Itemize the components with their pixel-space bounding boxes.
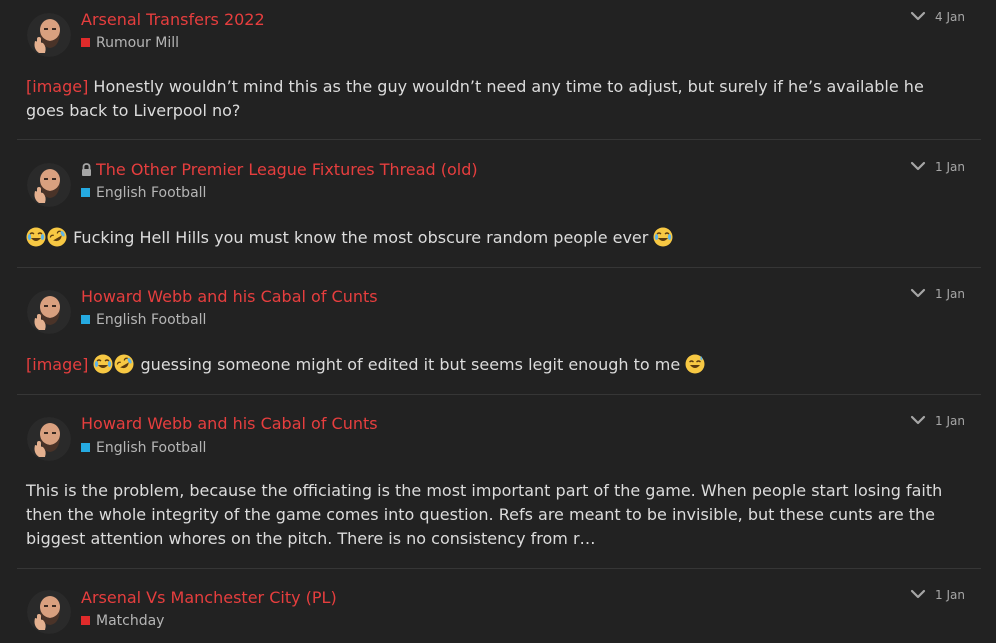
image-placeholder-link[interactable]: [image] [26, 355, 88, 374]
post-date[interactable]: 4 Jan [935, 10, 965, 24]
topic-title-link[interactable]: Howard Webb and his Cabal of Cunts [81, 414, 378, 433]
category-color-swatch [81, 188, 90, 197]
category-badge[interactable]: Matchday [81, 613, 164, 629]
user-avatar[interactable] [27, 163, 71, 207]
category-badge[interactable]: English Football [81, 185, 206, 201]
rofl-emoji-icon [47, 227, 67, 247]
chevron-down-icon[interactable] [910, 288, 926, 300]
joy-emoji-icon [93, 354, 113, 374]
category-color-swatch [81, 616, 90, 625]
user-activity-feed: Arsenal Transfers 2022 Rumour Mill 4 Jan… [0, 0, 996, 643]
activity-item: Arsenal Vs Manchester City (PL) Matchday… [17, 569, 981, 643]
user-avatar[interactable] [27, 290, 71, 334]
category-name: Rumour Mill [96, 35, 180, 51]
post-date[interactable]: 1 Jan [935, 287, 965, 301]
rofl-emoji-icon [114, 354, 134, 374]
category-color-swatch [81, 443, 90, 452]
post-date[interactable]: 1 Jan [935, 414, 965, 428]
activity-item: Howard Webb and his Cabal of Cunts Engli… [17, 268, 981, 394]
topic-title-link[interactable]: Howard Webb and his Cabal of Cunts [81, 287, 378, 306]
topic-title-text: The Other Premier League Fixtures Thread… [96, 160, 478, 179]
post-excerpt: [image] guessing someone might of edited… [26, 353, 966, 377]
category-badge[interactable]: English Football [81, 440, 206, 456]
excerpt-text: Fucking Hell Hills you must know the mos… [73, 228, 649, 247]
chevron-down-icon[interactable] [910, 11, 926, 23]
category-name: English Football [96, 185, 207, 201]
activity-item: Arsenal Transfers 2022 Rumour Mill 4 Jan… [17, 0, 981, 139]
category-name: Matchday [96, 613, 165, 629]
post-excerpt: Fucking Hell Hills you must know the mos… [26, 226, 966, 250]
excerpt-text: guessing someone might of edited it but … [140, 355, 681, 374]
category-color-swatch [81, 38, 90, 47]
category-name: English Football [96, 440, 207, 456]
activity-item: The Other Premier League Fixtures Thread… [17, 140, 981, 267]
lock-icon [82, 163, 91, 176]
user-avatar[interactable] [27, 590, 71, 634]
user-avatar[interactable] [27, 13, 71, 57]
joy-emoji-icon [653, 227, 673, 247]
joy-emoji-icon [26, 227, 46, 247]
post-excerpt: This is the problem, because the officia… [26, 479, 966, 551]
user-avatar[interactable] [27, 417, 71, 461]
image-placeholder-link[interactable]: [image] [26, 77, 88, 96]
post-excerpt: [image] Honestly wouldn’t mind this as t… [26, 75, 966, 123]
category-badge[interactable]: Rumour Mill [81, 35, 179, 51]
topic-title-link[interactable]: Arsenal Transfers 2022 [81, 10, 265, 29]
category-badge[interactable]: English Football [81, 312, 206, 328]
topic-title-link[interactable]: Arsenal Vs Manchester City (PL) [81, 588, 337, 607]
category-color-swatch [81, 315, 90, 324]
category-name: English Football [96, 312, 207, 328]
sweat-smile-emoji-icon [685, 354, 705, 374]
chevron-down-icon[interactable] [910, 415, 926, 427]
excerpt-text: This is the problem, because the officia… [26, 481, 943, 548]
topic-title-link[interactable]: The Other Premier League Fixtures Thread… [81, 160, 478, 179]
activity-item: Howard Webb and his Cabal of Cunts Engli… [17, 395, 981, 568]
chevron-down-icon[interactable] [910, 161, 926, 173]
post-date[interactable]: 1 Jan [935, 588, 965, 602]
post-date[interactable]: 1 Jan [935, 160, 965, 174]
excerpt-text: Honestly wouldn’t mind this as the guy w… [26, 77, 924, 120]
chevron-down-icon[interactable] [910, 589, 926, 601]
